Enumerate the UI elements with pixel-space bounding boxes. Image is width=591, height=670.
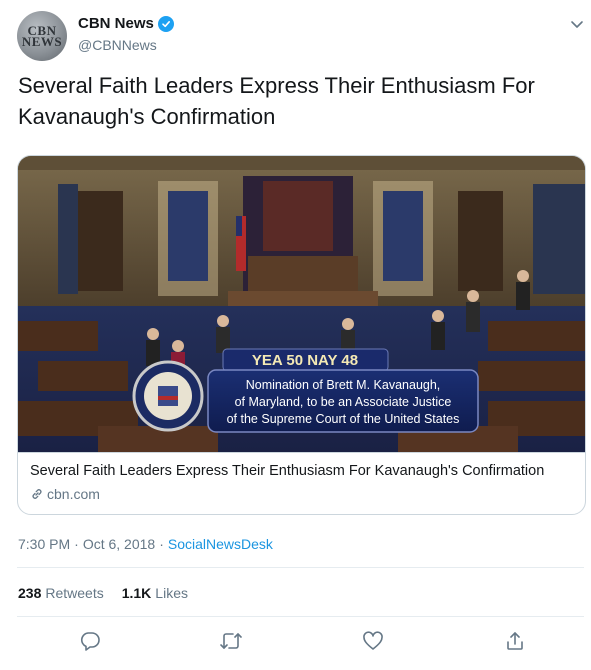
cbn-news-logo: CBN NEWS bbox=[21, 23, 63, 49]
retweet-button[interactable] bbox=[218, 628, 244, 654]
speech-bubble-icon bbox=[80, 632, 100, 651]
share-button[interactable] bbox=[502, 628, 528, 654]
likes-label: Likes bbox=[155, 585, 188, 601]
like-button[interactable] bbox=[360, 628, 386, 654]
reply-button[interactable] bbox=[77, 628, 103, 654]
avatar[interactable]: CBN NEWS bbox=[17, 11, 67, 61]
likes-stat[interactable]: 1.1K Likes bbox=[122, 585, 188, 601]
divider bbox=[17, 567, 584, 568]
user-handle[interactable]: @CBNNews bbox=[78, 37, 157, 53]
display-name[interactable]: CBN News bbox=[78, 15, 154, 32]
card-domain-text: cbn.com bbox=[47, 486, 100, 502]
share-icon bbox=[507, 632, 523, 650]
retweets-count: 238 bbox=[18, 585, 42, 601]
timestamp-row: 7:30 PM · Oct 6, 2018 · SocialNewsDesk bbox=[18, 536, 273, 552]
retweets-stat[interactable]: 238 Retweets bbox=[18, 585, 104, 601]
card-title[interactable]: Several Faith Leaders Express Their Enth… bbox=[30, 463, 544, 479]
stats-row: 238 Retweets 1.1K Likes bbox=[18, 585, 206, 601]
divider bbox=[17, 616, 584, 617]
tweet: CBN NEWS CBN News @CBNNews Several Faith … bbox=[0, 0, 591, 670]
banner-line-2: of Maryland, to be an Associate Justice bbox=[235, 395, 452, 409]
link-icon bbox=[32, 489, 42, 499]
chevron-down-icon[interactable] bbox=[569, 16, 585, 32]
vote-count-text: YEA 50 NAY 48 bbox=[252, 352, 358, 369]
heart-icon bbox=[363, 631, 383, 650]
banner-line-3: of the Supreme Court of the United State… bbox=[227, 412, 460, 426]
card-divider bbox=[18, 452, 585, 453]
author-name-row[interactable]: CBN News bbox=[78, 15, 174, 32]
verified-badge-icon bbox=[157, 15, 174, 32]
tweet-text: Several Faith Leaders Express Their Enth… bbox=[18, 73, 535, 129]
likes-count: 1.1K bbox=[121, 585, 152, 601]
separator: · bbox=[74, 536, 79, 552]
action-bar bbox=[0, 628, 591, 658]
retweets-label: Retweets bbox=[45, 585, 104, 601]
retweet-icon bbox=[220, 633, 242, 649]
tweet-time[interactable]: 7:30 PM bbox=[18, 536, 70, 552]
link-card[interactable]: YEA 50 NAY 48 Nomination of Brett M. Kav… bbox=[17, 155, 586, 515]
separator: · bbox=[159, 536, 164, 552]
card-image[interactable]: YEA 50 NAY 48 Nomination of Brett M. Kav… bbox=[18, 156, 585, 452]
banner-line-1: Nomination of Brett M. Kavanaugh, bbox=[246, 378, 441, 392]
tweet-date[interactable]: Oct 6, 2018 bbox=[83, 536, 155, 552]
tweet-source-link[interactable]: SocialNewsDesk bbox=[168, 536, 273, 552]
card-domain[interactable]: cbn.com bbox=[30, 486, 100, 502]
